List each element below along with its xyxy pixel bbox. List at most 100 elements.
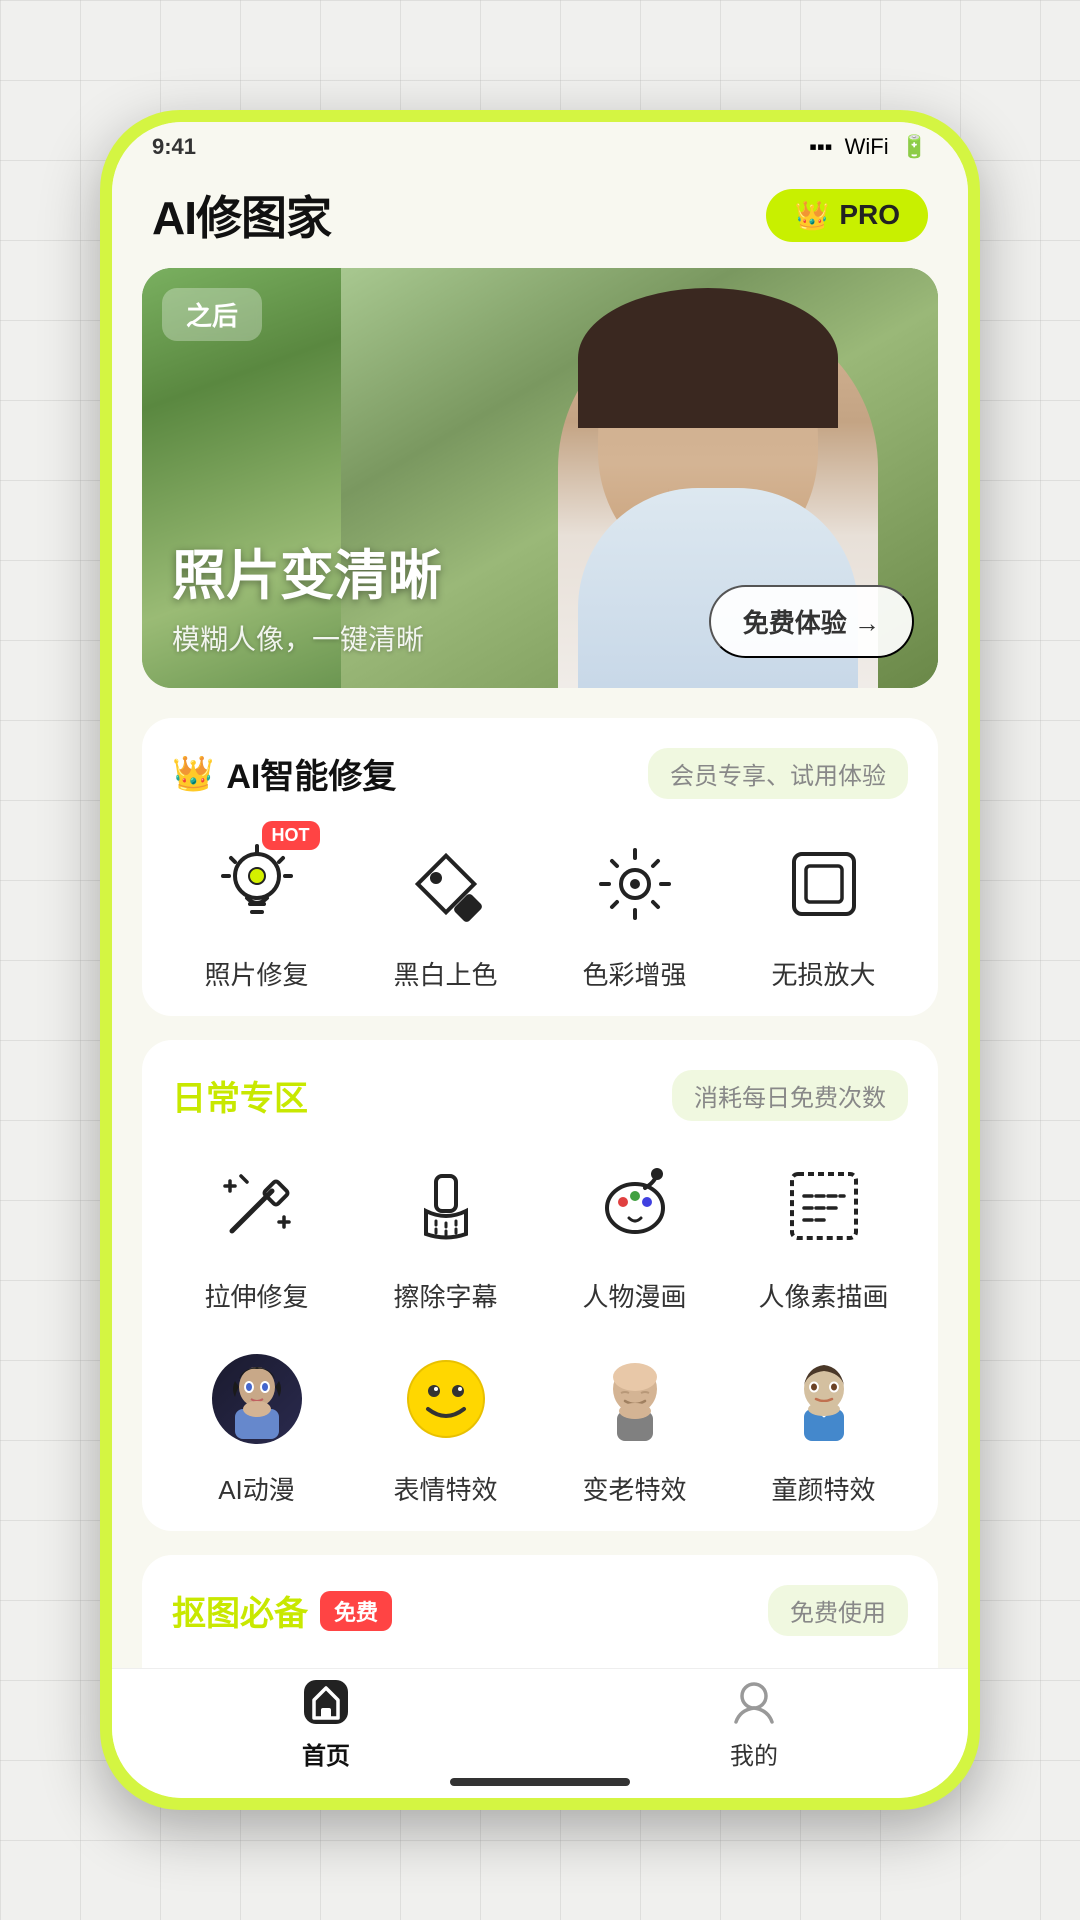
ai-section-badge: 会员专享、试用体验: [648, 748, 908, 799]
palette-icon: [595, 1166, 675, 1246]
ai-feature-grid: HOT 照片修复: [172, 829, 908, 992]
enlarge-label: 无损放大: [771, 955, 875, 992]
nav-item-home[interactable]: 首页: [300, 1676, 352, 1771]
scroll-area: 9:41 ▪▪▪ WiFi 🔋 AI修图家 👑 PRO: [112, 122, 968, 1668]
daily-section-header: 日常专区 消耗每日免费次数: [172, 1070, 908, 1121]
hero-text: 照片变清晰 模糊人像，一键清晰: [172, 531, 442, 658]
color-enhance-label: 色彩增强: [582, 955, 686, 992]
hero-banner[interactable]: 之后 照片变清晰 模糊人像，一键清晰 免费体验 →: [142, 268, 938, 688]
home-icon: [300, 1676, 352, 1728]
ai-section-card: 👑 AI智能修复 会员专享、试用体验: [142, 718, 938, 1016]
crown-icon: 👑: [794, 199, 829, 232]
smile-icon: [404, 1357, 488, 1441]
photo-repair-icon-wrap: HOT: [202, 829, 312, 939]
enlarge-icon-wrap: [769, 829, 879, 939]
colorize-icon-wrap: [391, 829, 501, 939]
daily-feature-grid-row2: AI动漫: [172, 1344, 908, 1507]
sketch-icon: [784, 1166, 864, 1246]
app-title: AI修图家: [152, 182, 331, 248]
sun-icon: [595, 844, 675, 924]
aging-emoji: [590, 1354, 680, 1444]
brush-icon: [406, 1166, 486, 1246]
expand-icon: [784, 844, 864, 924]
erase-subtitle-label: 擦除字幕: [393, 1277, 497, 1314]
feature-expression[interactable]: 表情特效: [361, 1344, 530, 1507]
feature-enlarge[interactable]: 无损放大: [739, 829, 908, 992]
cutout-section-header: 抠图必备 免费 免费使用: [172, 1585, 908, 1636]
stretch-icon-wrap: [202, 1151, 312, 1261]
time: 9:41: [152, 134, 196, 160]
cutout-section-partial: 抠图必备 免费 免费使用: [142, 1555, 938, 1668]
erase-subtitle-icon-wrap: [391, 1151, 501, 1261]
wifi-icon: WiFi: [845, 134, 889, 160]
battery-icon: 🔋: [901, 134, 928, 160]
feature-colorize[interactable]: 黑白上色: [361, 829, 530, 992]
ai-crown-icon: 👑: [172, 754, 214, 794]
feature-comic[interactable]: 人物漫画: [550, 1151, 719, 1314]
expression-label: 表情特效: [393, 1470, 497, 1507]
stretch-label: 拉伸修复: [204, 1277, 308, 1314]
feature-color-enhance[interactable]: 色彩增强: [550, 829, 719, 992]
person-hair: [578, 288, 838, 428]
wand-icon: [217, 1166, 297, 1246]
signal-icon: ▪▪▪: [809, 134, 832, 160]
daily-feature-grid-row1: 拉伸修复: [172, 1151, 908, 1314]
feature-young[interactable]: 童颜特效: [739, 1344, 908, 1507]
hero-subtitle: 模糊人像，一键清晰: [172, 618, 442, 658]
expression-emoji: [401, 1354, 491, 1444]
ai-section-header: 👑 AI智能修复 会员专享、试用体验: [172, 748, 908, 799]
comic-label: 人物漫画: [582, 1277, 686, 1314]
anime-avatar: [212, 1354, 302, 1444]
hero-title: 照片变清晰: [172, 531, 442, 610]
cutout-title-text: 抠图必备: [172, 1586, 308, 1635]
comic-icon-wrap: [580, 1151, 690, 1261]
feature-anime[interactable]: AI动漫: [172, 1344, 341, 1507]
expression-icon-wrap: [391, 1344, 501, 1454]
colorize-label: 黑白上色: [393, 955, 497, 992]
phone-inner: 9:41 ▪▪▪ WiFi 🔋 AI修图家 👑 PRO: [112, 122, 968, 1798]
app-header: AI修图家 👑 PRO: [112, 172, 968, 268]
daily-section-card: 日常专区 消耗每日免费次数: [142, 1040, 938, 1531]
phone-frame: 9:41 ▪▪▪ WiFi 🔋 AI修图家 👑 PRO: [100, 110, 980, 1810]
anime-label: AI动漫: [218, 1470, 295, 1507]
home-indicator: [450, 1778, 630, 1786]
feature-erase-subtitle[interactable]: 擦除字幕: [361, 1151, 530, 1314]
aging-label: 变老特效: [582, 1470, 686, 1507]
feature-photo-repair[interactable]: HOT 照片修复: [172, 829, 341, 992]
young-icon-wrap: [769, 1344, 879, 1454]
nav-profile-label: 我的: [730, 1736, 778, 1771]
cutout-free-badge: 免费: [320, 1591, 392, 1631]
photo-repair-label: 照片修复: [204, 955, 308, 992]
bulb-icon: [217, 844, 297, 924]
content: 9:41 ▪▪▪ WiFi 🔋 AI修图家 👑 PRO: [112, 122, 968, 1668]
hero-cta-button[interactable]: 免费体验 →: [709, 585, 914, 658]
ai-section-title: 👑 AI智能修复: [172, 749, 396, 798]
status-icons: ▪▪▪ WiFi 🔋: [809, 134, 928, 160]
anime-svg: [217, 1359, 297, 1439]
aging-icon-wrap: [580, 1344, 690, 1454]
person-icon: [728, 1676, 780, 1728]
young-label: 童颜特效: [771, 1470, 875, 1507]
cutout-section-title: 抠图必备 免费: [172, 1586, 392, 1635]
hot-badge: HOT: [262, 821, 320, 850]
sketch-icon-wrap: [769, 1151, 879, 1261]
pro-badge-button[interactable]: 👑 PRO: [766, 189, 928, 242]
old-person-icon: [593, 1357, 677, 1441]
nav-item-profile[interactable]: 我的: [728, 1676, 780, 1771]
daily-title-text: 日常专区: [172, 1071, 308, 1120]
young-person-icon: [782, 1357, 866, 1441]
cutout-link[interactable]: 免费使用: [768, 1585, 908, 1636]
young-emoji: [779, 1354, 869, 1444]
anime-icon-wrap: [202, 1344, 312, 1454]
color-enhance-icon-wrap: [580, 829, 690, 939]
sketch-label: 人像素描画: [758, 1277, 888, 1314]
feature-aging[interactable]: 变老特效: [550, 1344, 719, 1507]
feature-sketch[interactable]: 人像素描画: [739, 1151, 908, 1314]
daily-section-badge: 消耗每日免费次数: [672, 1070, 908, 1121]
paint-icon: [406, 844, 486, 924]
status-bar: 9:41 ▪▪▪ WiFi 🔋: [112, 122, 968, 172]
feature-stretch[interactable]: 拉伸修复: [172, 1151, 341, 1314]
daily-section-title: 日常专区: [172, 1071, 308, 1120]
pro-label: PRO: [839, 199, 900, 231]
nav-home-label: 首页: [302, 1736, 350, 1771]
